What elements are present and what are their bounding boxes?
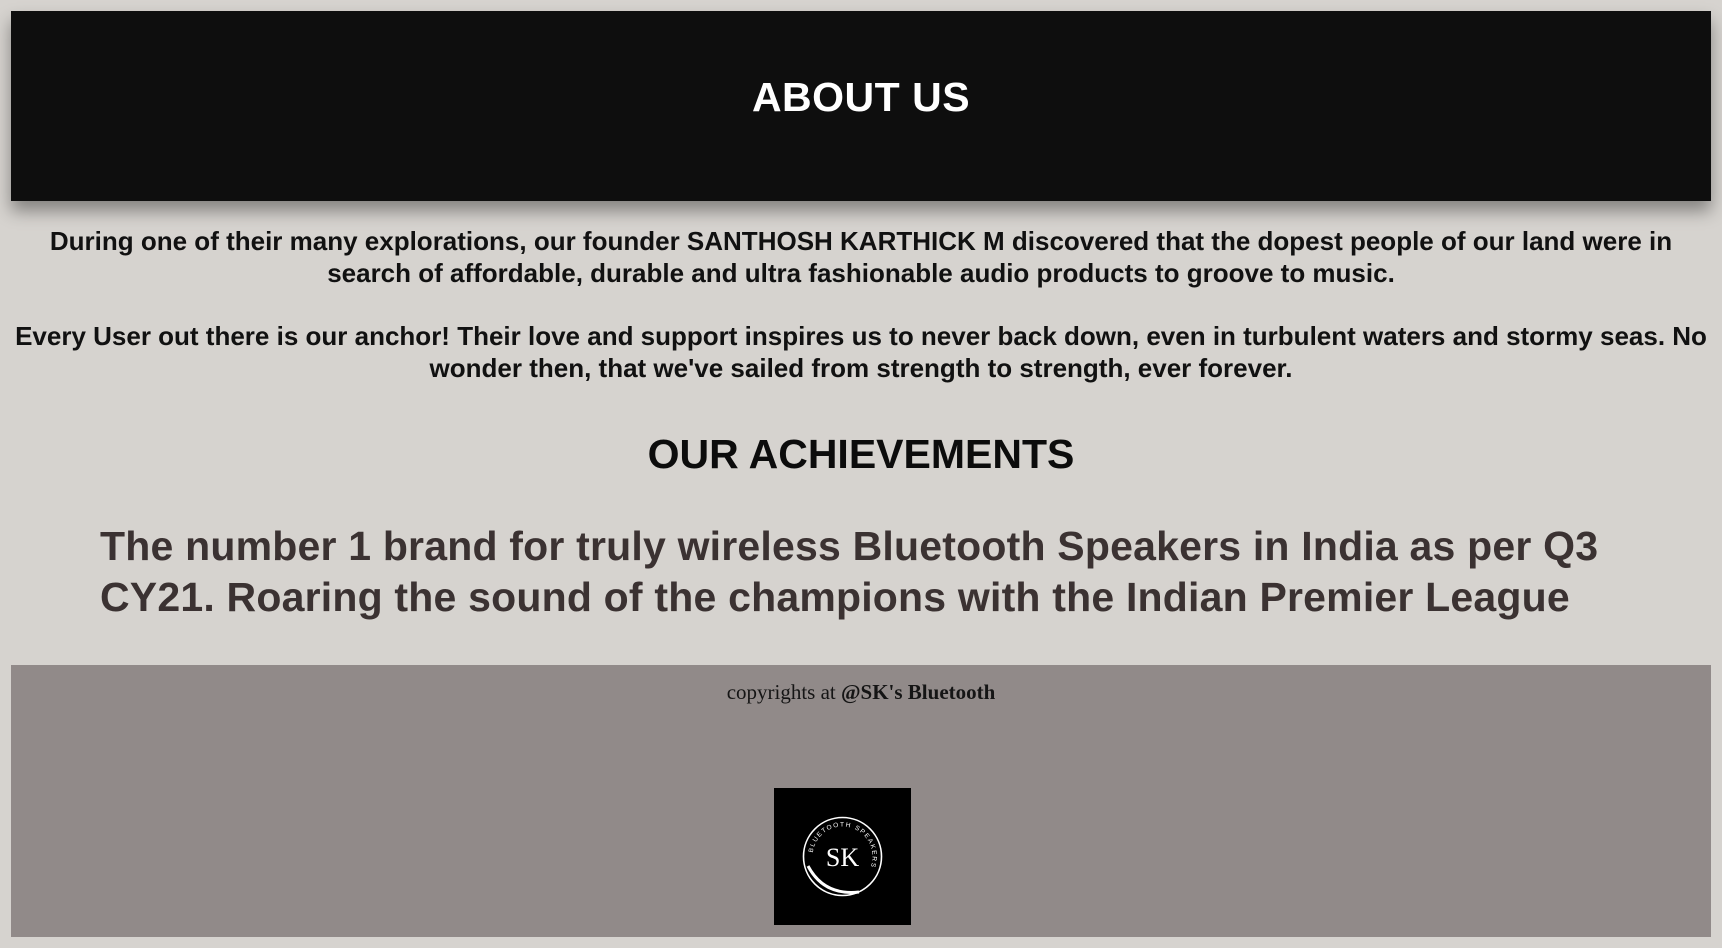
achievements-title: OUR ACHIEVEMENTS <box>647 431 1075 477</box>
copyright-text: copyrights at @SK's Bluetooth <box>11 680 1711 705</box>
founder-paragraph: During one of their many explorations, o… <box>49 226 1673 288</box>
page-title: ABOUT US <box>751 73 971 120</box>
about-section: During one of their many explorations, o… <box>11 225 1711 415</box>
users-paragraph: Every User out there is our anchor! Thei… <box>15 321 1707 383</box>
copyright-prefix: copyrights at <box>726 680 841 704</box>
achievements-text: The number 1 brand for truly wireless Bl… <box>100 523 1599 620</box>
logo-graphic: BLUETOOTH SPEAKERS SK <box>802 816 883 897</box>
copyright-brand: @SK's Bluetooth <box>841 680 996 704</box>
sk-bluetooth-speakers-logo: BLUETOOTH SPEAKERS SK <box>774 788 911 925</box>
logo-monogram: SK <box>826 843 859 872</box>
footer: copyrights at @SK's Bluetooth BLUETOOTH … <box>11 665 1711 937</box>
about-us-header: ABOUT US <box>11 11 1711 201</box>
